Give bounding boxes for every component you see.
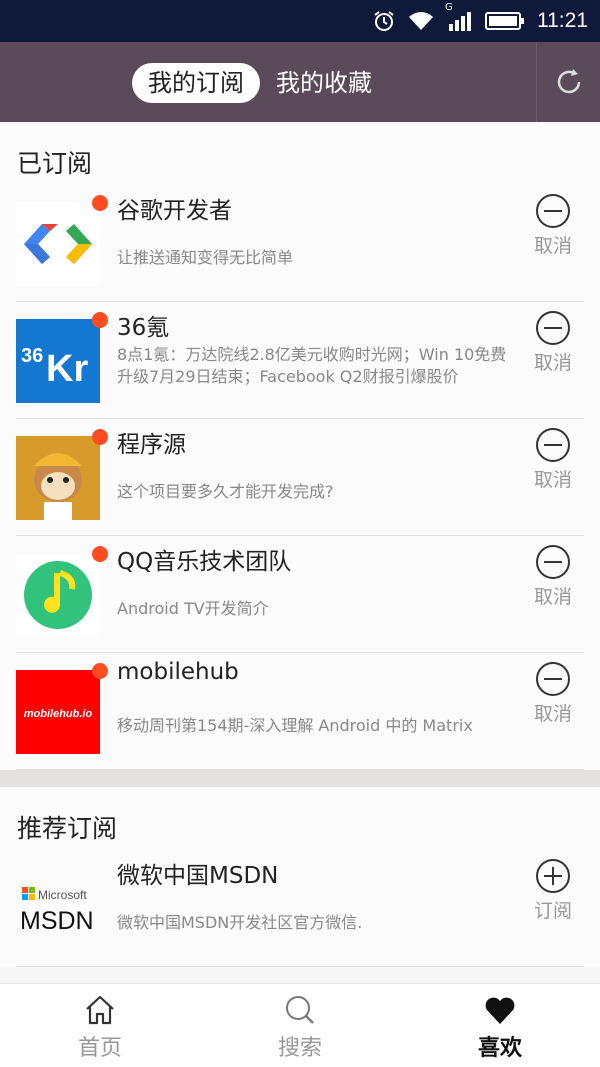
nav-home-label: 首页 [77,1036,122,1061]
home-icon [86,995,114,1025]
clock: 11:21 [537,9,588,32]
subscription-list[interactable]: 已订阅 谷歌开发者 让推送通知变得无比简单 取消 36 Kr 36氪 8点1氪：… [0,122,600,984]
bottom-nav: 首页 搜索 喜欢 [0,983,600,1067]
google-developers-logo [16,202,100,286]
minus-circle-icon [536,311,570,345]
wifi-icon [407,10,435,32]
item-desc: 移动周刊第154期-深入理解 Android 中的 Matrix [117,716,473,735]
unsubscribe-label: 取消 [533,469,572,491]
minus-circle-icon [536,545,570,579]
item-name: mobilehub [117,659,239,685]
plus-circle-icon [536,859,570,893]
nav-favorites-label: 喜欢 [477,1036,522,1061]
alarm-icon [373,10,395,32]
list-item[interactable]: Microsoft MSDN 微软中国MSDN 微软中国MSDN开发社区官方微信… [16,850,584,967]
tab-my-subscriptions[interactable]: 我的订阅 [132,63,260,103]
msdn-logo: Microsoft MSDN [16,867,100,951]
tab-my-favorites[interactable]: 我的收藏 [260,63,388,103]
refresh-icon [557,69,580,94]
unsubscribe-button[interactable]: 取消 [522,544,584,609]
item-name: 微软中国MSDN [117,863,279,889]
unread-dot [92,546,108,562]
unsubscribe-label: 取消 [533,235,572,257]
nav-search[interactable]: 搜索 [200,984,400,1067]
unsubscribe-button[interactable]: 取消 [522,661,584,726]
nav-favorites[interactable]: 喜欢 [400,984,600,1067]
recommended-section: 推荐订阅 Microsoft MSDN 微软中国MSDN 微软中国MSDN开发社… [0,787,600,967]
mobilehub-logo-text: mobilehub.io [24,708,93,720]
list-item[interactable]: 36 Kr 36氪 8点1氪：万达院线2.8亿美元收购时光网；Win 10免费升… [16,302,584,419]
mobilehub-logo: mobilehub.io [16,670,100,754]
heart-icon [485,997,515,1024]
item-desc: 微软中国MSDN开发社区官方微信. [117,913,363,932]
minus-circle-icon [536,662,570,696]
tab-bar: 我的订阅 我的收藏 [132,63,388,103]
app-header: 我的订阅 我的收藏 [0,42,600,122]
monkey-avatar-logo [16,436,100,520]
subscribed-section: 已订阅 谷歌开发者 让推送通知变得无比简单 取消 36 Kr 36氪 8点1氪：… [0,122,600,770]
36kr-logo-small-text: 36 [21,345,43,367]
section-divider [0,770,600,787]
minus-circle-icon [536,194,570,228]
unread-dot [92,312,108,328]
signal-icon: G [445,2,473,32]
msdn-logo-microsoft-text: Microsoft [38,888,87,902]
refresh-button[interactable] [536,42,600,122]
unread-dot [92,663,108,679]
status-bar: G 11:21 [0,0,600,42]
item-name: 谷歌开发者 [117,198,232,224]
item-desc: 这个项目要多久才能开发完成? [117,482,334,501]
subscribe-label: 订阅 [533,900,572,922]
item-desc: Android TV开发简介 [117,599,269,618]
section-title-subscribed: 已订阅 [17,149,93,178]
item-name: 36氪 [117,315,170,341]
36kr-logo-large-text: Kr [46,348,88,390]
unsubscribe-button[interactable]: 取消 [522,427,584,492]
unsubscribe-button[interactable]: 取消 [522,193,584,258]
qq-music-logo [16,553,100,637]
nav-home[interactable]: 首页 [0,984,200,1067]
unsubscribe-label: 取消 [533,703,572,725]
unread-dot [92,429,108,445]
section-title-recommended: 推荐订阅 [17,814,118,843]
unsubscribe-label: 取消 [533,352,572,374]
item-desc: 让推送通知变得无比简单 [117,248,294,267]
minus-circle-icon [536,428,570,462]
item-name: QQ音乐技术团队 [117,549,292,575]
list-item[interactable]: mobilehub.io mobilehub 移动周刊第154期-深入理解 An… [16,653,584,770]
item-desc: 8点1氪：万达院线2.8亿美元收购时光网；Win 10免费升级7月29日结束；F… [117,345,507,386]
list-item[interactable]: 谷歌开发者 让推送通知变得无比简单 取消 [16,185,584,302]
item-name: 程序源 [117,432,186,458]
nav-search-label: 搜索 [277,1036,322,1061]
network-label: G [445,2,453,13]
subscribe-button[interactable]: 订阅 [522,858,584,923]
36kr-logo: 36 Kr [16,319,100,403]
search-icon [286,996,314,1024]
list-item[interactable]: 程序源 这个项目要多久才能开发完成? 取消 [16,419,584,536]
battery-icon [485,10,525,32]
list-item[interactable]: QQ音乐技术团队 Android TV开发简介 取消 [16,536,584,653]
unsubscribe-label: 取消 [533,586,572,608]
unread-dot [92,195,108,211]
msdn-logo-msdn-text: MSDN [20,907,94,935]
unsubscribe-button[interactable]: 取消 [522,310,584,375]
